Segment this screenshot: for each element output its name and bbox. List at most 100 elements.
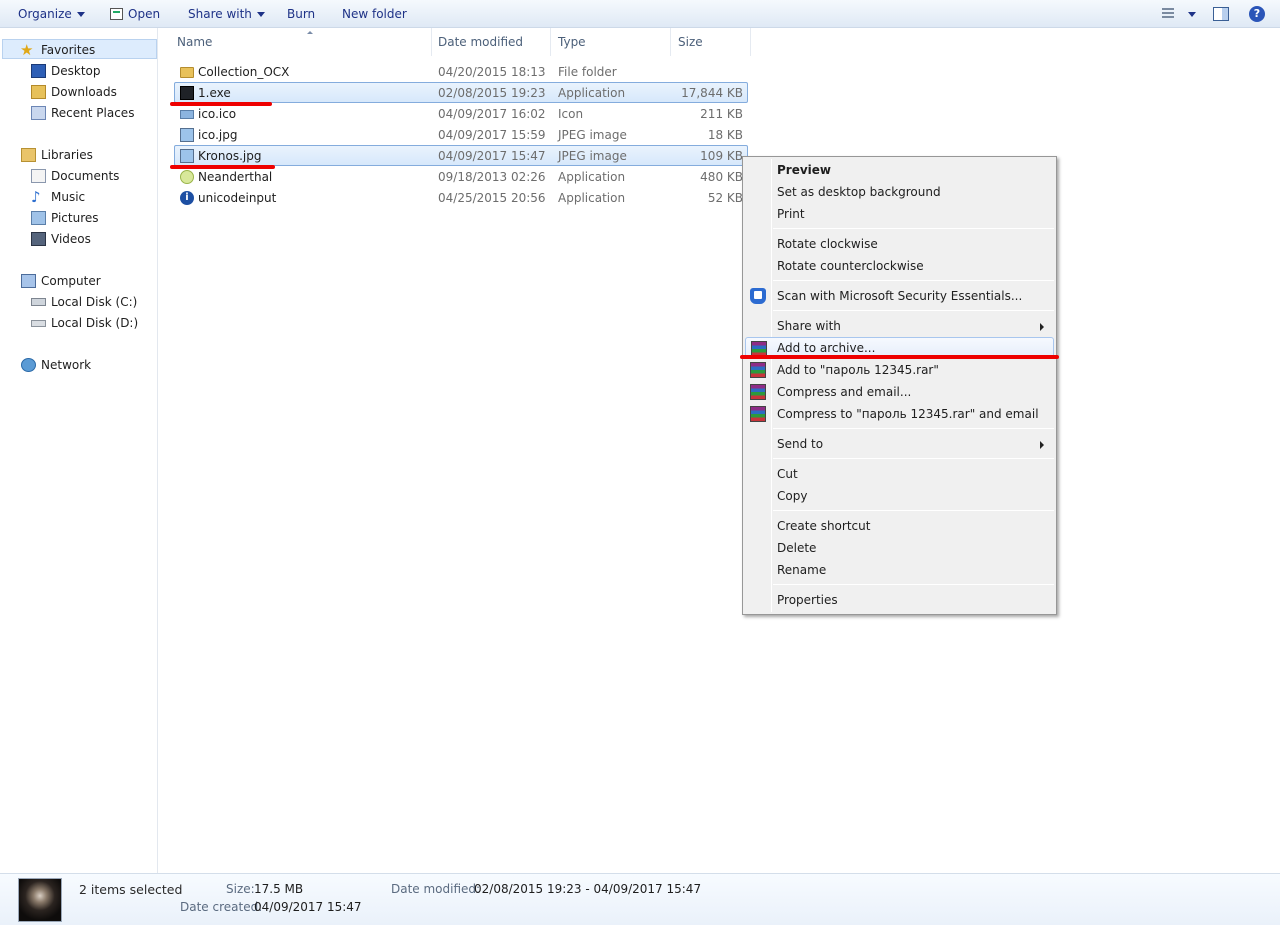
file-row-neanderthal[interactable]: Neanderthal 09/18/2013 02:26 Application… (174, 166, 748, 187)
column-header-type[interactable]: Type (551, 28, 671, 56)
selection-count: 2 items selected (79, 882, 183, 897)
menu-item-add-to-rar[interactable]: Add to "пароль 12345.rar" (745, 359, 1054, 381)
file-row-unicodeinput[interactable]: i unicodeinput 04/25/2015 20:56 Applicat… (174, 187, 748, 208)
menu-item-compress-and-email[interactable]: Compress and email... (745, 381, 1054, 403)
menu-item-print[interactable]: Print (745, 203, 1054, 225)
nav-item-local-disk-c[interactable]: Local Disk (C:) (31, 292, 138, 312)
local-disk-icon (31, 298, 46, 306)
music-icon: ♪ (31, 188, 41, 206)
file-type: File folder (558, 65, 617, 79)
nav-label: Videos (51, 232, 91, 246)
menu-label: Add to "пароль 12345.rar" (777, 363, 939, 377)
exe-icon (180, 86, 194, 100)
menu-label: Properties (777, 593, 838, 607)
burn-label: Burn (287, 7, 316, 21)
nav-label: Recent Places (51, 106, 135, 120)
nav-item-documents[interactable]: Documents (31, 166, 119, 186)
menu-item-properties[interactable]: Properties (745, 589, 1054, 611)
file-row-ico-jpg[interactable]: ico.jpg 04/09/2017 15:59 JPEG image 18 K… (174, 124, 748, 145)
file-name: Kronos.jpg (198, 149, 262, 163)
date-created-value: 04/09/2017 15:47 (254, 900, 362, 914)
help-icon[interactable]: ? (1249, 6, 1265, 22)
menu-item-send-to[interactable]: Send to (745, 433, 1054, 455)
menu-item-set-desktop-background[interactable]: Set as desktop background (745, 181, 1054, 203)
menu-label: Create shortcut (777, 519, 871, 533)
size-value: 17.5 MB (254, 882, 304, 896)
column-header-name[interactable]: Name (170, 28, 432, 56)
pictures-icon (31, 211, 46, 225)
menu-item-scan-mse[interactable]: Scan with Microsoft Security Essentials.… (745, 285, 1054, 307)
view-options-button[interactable] (1183, 0, 1196, 28)
star-icon: ★ (20, 41, 34, 59)
menu-separator (773, 584, 1054, 585)
preview-pane-icon[interactable] (1213, 7, 1229, 21)
menu-item-copy[interactable]: Copy (745, 485, 1054, 507)
menu-item-share-with[interactable]: Share with (745, 315, 1054, 337)
file-name: Neanderthal (198, 170, 273, 184)
open-label: Open (128, 7, 161, 21)
file-list: Name Date modified Type Size Collection_… (160, 28, 1280, 873)
menu-separator (773, 280, 1054, 281)
burn-button[interactable]: Burn (287, 0, 315, 28)
file-row-kronos-jpg[interactable]: Kronos.jpg 04/09/2017 15:47 JPEG image 1… (174, 145, 748, 166)
file-row-collection-ocx[interactable]: Collection_OCX 04/20/2015 18:13 File fol… (174, 61, 748, 82)
menu-item-create-shortcut[interactable]: Create shortcut (745, 515, 1054, 537)
file-date: 04/09/2017 16:02 (438, 107, 546, 121)
column-header-date[interactable]: Date modified (431, 28, 551, 56)
nav-item-recent-places[interactable]: Recent Places (31, 103, 135, 123)
file-name: unicodeinput (198, 191, 277, 205)
menu-item-rotate-clockwise[interactable]: Rotate clockwise (745, 233, 1054, 255)
image-icon (180, 128, 194, 142)
file-type: Application (558, 170, 626, 184)
nav-item-computer[interactable]: Computer (21, 271, 101, 291)
chevron-down-icon (256, 12, 265, 17)
share-with-button[interactable]: Share with (188, 0, 265, 28)
chevron-down-icon (1188, 12, 1196, 17)
new-folder-button[interactable]: New folder (342, 0, 407, 28)
nav-item-favorites[interactable]: ★ Favorites (2, 39, 157, 59)
organize-button[interactable]: Organize (18, 0, 85, 28)
file-date: 02/08/2015 19:23 (438, 86, 546, 100)
column-header-label: Date modified (438, 35, 524, 49)
menu-item-cut[interactable]: Cut (745, 463, 1054, 485)
size-label: Size: (226, 882, 255, 896)
file-row-ico-ico[interactable]: ico.ico 04/09/2017 16:02 Icon 211 KB (174, 103, 748, 124)
nav-item-pictures[interactable]: Pictures (31, 208, 99, 228)
menu-item-preview[interactable]: Preview (745, 159, 1054, 181)
menu-separator (773, 228, 1054, 229)
change-view-icon[interactable] (1158, 8, 1174, 20)
nav-item-libraries[interactable]: Libraries (21, 145, 93, 165)
menu-label: Print (777, 207, 805, 221)
chevron-down-icon (76, 12, 85, 17)
date-modified-label: Date modified: (391, 882, 481, 896)
nav-item-videos[interactable]: Videos (31, 229, 91, 249)
nav-label: Computer (41, 274, 101, 288)
nav-item-network[interactable]: Network (21, 355, 91, 375)
menu-item-delete[interactable]: Delete (745, 537, 1054, 559)
annotation-underline (170, 165, 275, 169)
menu-separator (773, 428, 1054, 429)
menu-item-rename[interactable]: Rename (745, 559, 1054, 581)
nav-item-music[interactable]: ♪ Music (31, 187, 85, 207)
menu-item-compress-rar-and-email[interactable]: Compress to "пароль 12345.rar" and email (745, 403, 1054, 425)
menu-label: Delete (777, 541, 817, 555)
nav-label: Favorites (41, 43, 96, 57)
file-name: Collection_OCX (198, 65, 290, 79)
file-size: 17,844 KB (681, 86, 743, 100)
nav-item-local-disk-d[interactable]: Local Disk (D:) (31, 313, 138, 333)
nav-item-downloads[interactable]: Downloads (31, 82, 117, 102)
folder-icon (180, 67, 194, 78)
nav-label: Local Disk (C:) (51, 295, 138, 309)
videos-icon (31, 232, 46, 246)
date-created-label: Date created: (180, 900, 263, 914)
nav-label: Libraries (41, 148, 93, 162)
open-button[interactable]: Open (110, 0, 160, 28)
file-row-1-exe[interactable]: 1.exe 02/08/2015 19:23 Application 17,84… (174, 82, 748, 103)
file-type: JPEG image (558, 149, 627, 163)
file-name: ico.jpg (198, 128, 238, 142)
column-header-size[interactable]: Size (671, 28, 751, 56)
menu-item-rotate-counterclockwise[interactable]: Rotate counterclockwise (745, 255, 1054, 277)
file-size: 480 KB (700, 170, 743, 184)
menu-label: Compress and email... (777, 385, 912, 399)
nav-item-desktop[interactable]: Desktop (31, 61, 101, 81)
